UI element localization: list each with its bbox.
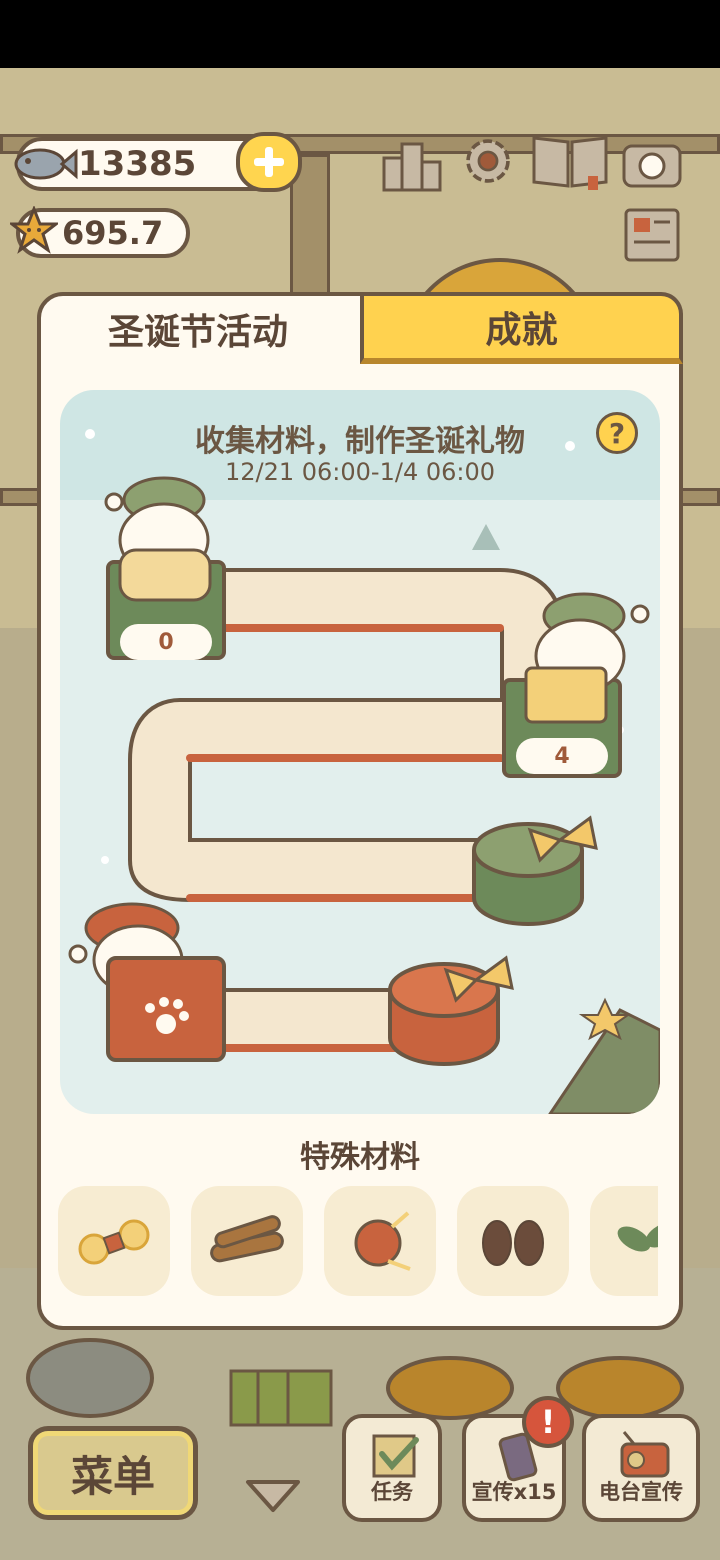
leaf-icon bbox=[617, 1222, 658, 1252]
menu-button[interactable]: 菜单 bbox=[28, 1426, 198, 1520]
yarn-ball-icon bbox=[354, 1211, 411, 1271]
chevron-down-icon[interactable] bbox=[244, 1476, 302, 1516]
orange-gift-icon bbox=[388, 955, 514, 1066]
guidebook-icon[interactable] bbox=[530, 132, 610, 190]
material-slot[interactable] bbox=[590, 1186, 658, 1296]
plus-icon bbox=[254, 147, 284, 177]
wood-log-icon bbox=[210, 1215, 284, 1263]
tab-christmas-event[interactable]: 圣诞节活动 bbox=[37, 292, 359, 366]
box-count: 4 bbox=[516, 738, 608, 774]
newspaper-icon[interactable] bbox=[620, 206, 684, 264]
fish-count: 13385 bbox=[78, 144, 197, 184]
stone-decor bbox=[26, 1338, 154, 1418]
rug-decor bbox=[229, 1369, 333, 1427]
cat-elf-box-icon bbox=[524, 592, 650, 724]
material-slot[interactable] bbox=[191, 1186, 303, 1296]
straw-count: 0 bbox=[120, 624, 212, 660]
alert-badge: ! bbox=[522, 1396, 574, 1448]
task-checklist-icon bbox=[372, 1434, 419, 1478]
cat-elf-straw-icon bbox=[104, 476, 212, 602]
radio-promotion-label: 电台宣传 bbox=[599, 1480, 683, 1504]
materials-list[interactable] bbox=[58, 1186, 658, 1298]
santa-cat-wrapping-icon bbox=[68, 902, 226, 1062]
event-card: 收集材料，制作圣诞礼物 12/21 06:00-1/4 06:00 ? 0 4 bbox=[60, 390, 660, 1114]
tab-label: 圣诞节活动 bbox=[107, 312, 288, 353]
promotion-label: 宣传x15 bbox=[471, 1480, 557, 1504]
tab-achievements[interactable]: 成就 bbox=[360, 292, 683, 364]
mittens-icon bbox=[482, 1220, 544, 1266]
task-button[interactable]: 任务 bbox=[342, 1414, 442, 1522]
fish-icon bbox=[14, 148, 78, 180]
add-fish-button[interactable] bbox=[236, 132, 302, 192]
star-icon bbox=[10, 206, 58, 254]
camera-icon[interactable] bbox=[620, 134, 684, 192]
star-count: 695.7 bbox=[62, 214, 164, 252]
task-label: 任务 bbox=[371, 1480, 413, 1504]
menu-label: 菜单 bbox=[70, 1451, 155, 1501]
straw-bundle-icon bbox=[78, 1219, 150, 1265]
ranking-icon[interactable] bbox=[380, 136, 444, 194]
material-slot[interactable] bbox=[58, 1186, 170, 1296]
material-slot[interactable] bbox=[457, 1186, 569, 1296]
radio-promotion-button[interactable]: 电台宣传 bbox=[582, 1414, 700, 1522]
settings-gear-icon[interactable] bbox=[456, 132, 520, 190]
radio-icon bbox=[620, 1431, 670, 1478]
tab-label: 成就 bbox=[485, 310, 558, 351]
green-gift-icon bbox=[472, 815, 598, 926]
material-slot[interactable] bbox=[324, 1186, 436, 1296]
special-materials-title: 特殊材料 bbox=[300, 1140, 420, 1175]
